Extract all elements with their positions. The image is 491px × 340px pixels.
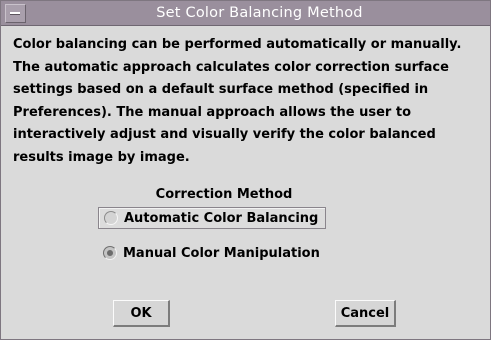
ok-button[interactable]: OK bbox=[113, 300, 170, 327]
description-text: Color balancing can be performed automat… bbox=[13, 34, 489, 170]
cancel-button[interactable]: Cancel bbox=[335, 300, 396, 327]
window-menu-icon bbox=[10, 12, 20, 14]
radio-unchecked-icon bbox=[104, 211, 118, 225]
description-line: settings based on a default surface meth… bbox=[13, 82, 429, 98]
description-line: results image by image. bbox=[13, 149, 190, 165]
description-line: Color balancing can be performed automat… bbox=[13, 37, 462, 52]
description-line: Preferences). The manual approach allows… bbox=[13, 104, 412, 120]
correction-method-label: Correction Method bbox=[155, 187, 293, 202]
manual-color-manipulation-radio[interactable]: Manual Color Manipulation bbox=[103, 242, 333, 264]
radio-dot-icon bbox=[107, 250, 113, 256]
title-bar[interactable]: Set Color Balancing Method bbox=[1, 1, 490, 26]
radio-checked-icon bbox=[103, 246, 117, 260]
window-title: Set Color Balancing Method bbox=[156, 5, 363, 21]
manual-color-manipulation-label: Manual Color Manipulation bbox=[123, 245, 320, 261]
window-menu-button[interactable] bbox=[5, 4, 26, 23]
set-color-balancing-dialog: Set Color Balancing Method Color balanci… bbox=[0, 0, 491, 340]
description-line: The automatic approach calculates color … bbox=[13, 59, 449, 75]
automatic-color-balancing-radio[interactable]: Automatic Color Balancing bbox=[98, 207, 326, 229]
automatic-color-balancing-label: Automatic Color Balancing bbox=[124, 210, 319, 226]
description-line: interactively adjust and visually verify… bbox=[13, 127, 436, 143]
